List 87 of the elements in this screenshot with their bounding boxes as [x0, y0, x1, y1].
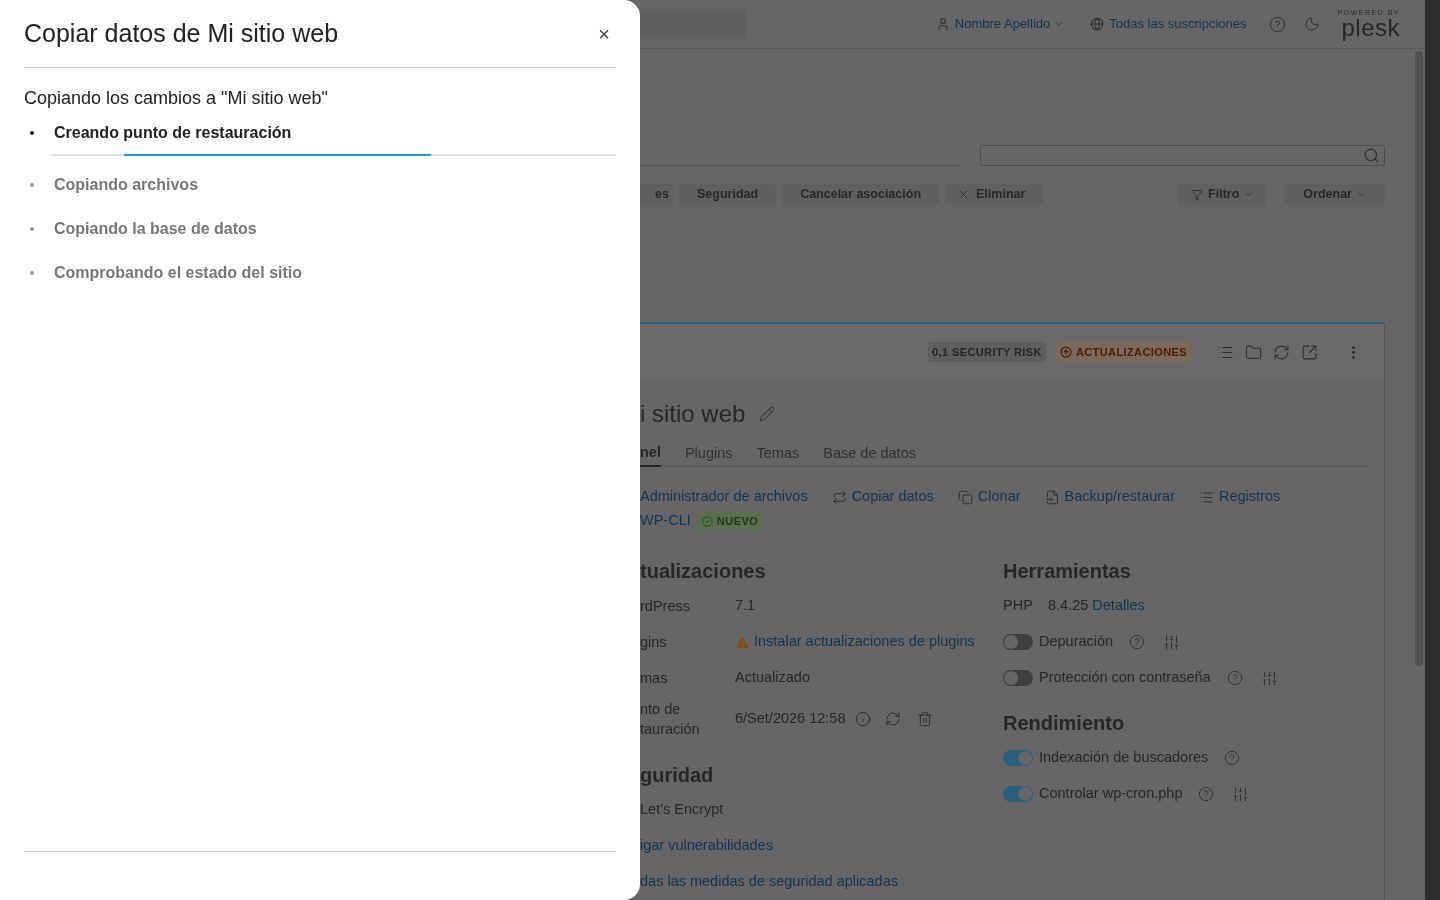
- refresh-icon[interactable]: [1273, 343, 1290, 361]
- help-icon[interactable]: [1198, 786, 1215, 802]
- subscriptions-link[interactable]: Todas las suscripciones: [1109, 14, 1247, 34]
- row-value: 7.1: [735, 596, 756, 616]
- section-heading: Rendimiento: [1003, 711, 1126, 736]
- php-label: PHP: [1003, 596, 1034, 616]
- step-label: Copiando archivos: [54, 175, 199, 195]
- search-field[interactable]: [980, 145, 1385, 166]
- row-label: gins: [640, 633, 668, 652]
- settings-icon[interactable]: [1260, 669, 1278, 687]
- plesk-logo[interactable]: plesk: [1341, 15, 1400, 40]
- security-link[interactable]: das las medidas de seguridad aplicadas: [640, 864, 1003, 900]
- settings-icon[interactable]: [1163, 633, 1181, 651]
- drawer-title: Copiar datos de Mi sitio web: [24, 17, 339, 49]
- sort-button[interactable]: Ordenar: [1284, 184, 1385, 205]
- security-link[interactable]: igar vulnerabilidades: [640, 828, 1003, 864]
- copy-icon: [957, 489, 973, 505]
- tab[interactable]: Base de datos: [823, 441, 916, 467]
- settings-icon[interactable]: [1232, 785, 1250, 803]
- chevron-down-icon: [1357, 190, 1366, 199]
- toggle-label: Protección con contraseña: [1039, 668, 1211, 688]
- repeat-icon: [831, 489, 847, 505]
- row-value: 6/Set/2026 12:58: [735, 709, 846, 729]
- toggle-label: Controlar wp-cron.php: [1039, 784, 1183, 804]
- toolbar-button[interactable]: Seguridad: [679, 184, 777, 205]
- step-label: Copiando la base de datos: [54, 219, 257, 239]
- user-icon: [935, 17, 950, 31]
- help-icon[interactable]: [1129, 634, 1146, 650]
- help-icon[interactable]: [1226, 670, 1243, 686]
- chevron-down-icon: [1054, 19, 1065, 29]
- php-version: 8.4.25: [1048, 596, 1089, 616]
- tab[interactable]: Plugins: [684, 441, 733, 467]
- action-link[interactable]: Clonar: [957, 486, 1021, 508]
- section-heading: guridad: [640, 763, 715, 788]
- refresh-icon[interactable]: [885, 711, 902, 727]
- toggle-switch[interactable]: [1003, 786, 1033, 802]
- step-label: Creando punto de restauración: [54, 123, 292, 143]
- action-link[interactable]: Registros: [1199, 486, 1281, 508]
- warning-icon: [735, 634, 750, 650]
- toolbar-button[interactable]: Cancelar asociación: [782, 184, 940, 205]
- status-badge: ACTUALIZACIONES: [1055, 342, 1191, 362]
- site-title: i sitio web: [640, 399, 746, 429]
- file-import-icon: [1044, 489, 1060, 505]
- toggle-switch[interactable]: [1003, 670, 1033, 686]
- toggle-label: Depuración: [1039, 632, 1114, 652]
- row-label: nto de tauración: [640, 700, 701, 739]
- status-badge: 0,1 SECURITY RISK: [928, 342, 1046, 362]
- tab[interactable]: nel: [640, 441, 661, 467]
- toggle-label: Indexación de buscadores: [1039, 748, 1209, 768]
- action-link[interactable]: Backup/restaurar: [1044, 486, 1175, 508]
- list-icon: [1199, 489, 1214, 505]
- security-item: Let's Encrypt: [640, 800, 725, 820]
- progress-heading: Copiando los cambios a "Mi sitio web": [24, 87, 329, 110]
- tab[interactable]: Temas: [756, 441, 800, 467]
- help-icon[interactable]: [1224, 750, 1241, 766]
- folder-icon[interactable]: [1245, 343, 1262, 361]
- globe-icon: [1090, 17, 1105, 31]
- section-heading: Herramientas: [1003, 559, 1132, 584]
- action-link[interactable]: Copiar datos: [831, 486, 934, 508]
- step-label: Comprobando el estado del sitio: [54, 263, 303, 283]
- action-link[interactable]: Administrador de archivos: [640, 486, 808, 508]
- close-button[interactable]: ×: [598, 23, 610, 44]
- filter-icon: [1191, 188, 1204, 201]
- toggle-switch[interactable]: [1003, 750, 1033, 766]
- toolbar-button[interactable]: Eliminar: [945, 184, 1044, 205]
- info-icon[interactable]: [855, 711, 872, 727]
- open-window-icon[interactable]: [1301, 343, 1318, 361]
- help-icon[interactable]: [1268, 15, 1286, 33]
- install-updates-link[interactable]: Instalar actualizaciones de plugins: [754, 631, 975, 653]
- new-badge: NUEVO: [696, 512, 764, 530]
- user-menu[interactable]: Nombre Apellido: [954, 14, 1065, 34]
- toggle-switch[interactable]: [1003, 634, 1033, 650]
- row-value: Actualizado: [735, 668, 810, 688]
- search-icon[interactable]: [1363, 147, 1380, 164]
- details-link[interactable]: Detalles: [1092, 595, 1145, 617]
- chevron-down-icon: [1244, 190, 1254, 199]
- trash-icon[interactable]: [917, 711, 934, 727]
- row-label: mas: [640, 669, 669, 688]
- moon-icon[interactable]: [1303, 16, 1320, 32]
- toolbar-button[interactable]: es: [640, 184, 673, 205]
- check-icon: [701, 515, 713, 527]
- arrow-up-icon: [1059, 346, 1072, 358]
- wpcli-link[interactable]: WP-CLI: [640, 510, 691, 532]
- row-label: rdPress: [640, 597, 691, 616]
- section-heading: tualizaciones: [640, 559, 767, 584]
- filter-button[interactable]: Filtro: [1178, 184, 1267, 205]
- edit-icon[interactable]: [759, 406, 776, 422]
